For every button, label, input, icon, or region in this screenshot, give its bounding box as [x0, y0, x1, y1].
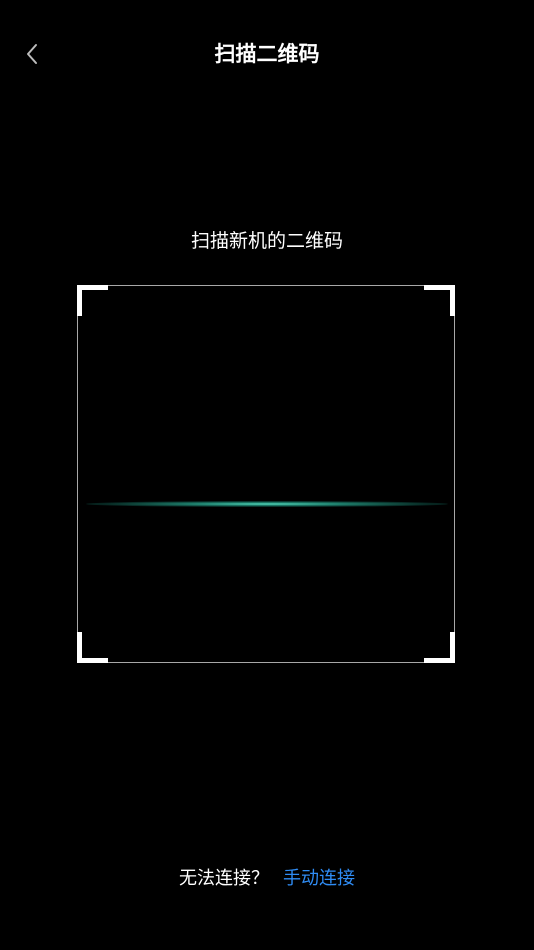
page-title: 扫描二维码 [214, 42, 320, 66]
manual-connect-link[interactable]: 手动连接 [283, 868, 355, 889]
footer: 无法连接？ 手动连接 [0, 864, 534, 894]
scan-corner-top-left [77, 285, 108, 316]
scan-hint-text: 扫描新机的二维码 [190, 230, 343, 252]
scan-corner-bottom-left [77, 632, 108, 663]
scan-corner-top-right [424, 285, 455, 316]
scan-corner-bottom-right [424, 632, 455, 663]
scan-line [86, 501, 448, 507]
connection-question: 无法连接？ [179, 868, 269, 889]
qr-scan-screen: 扫描二维码 扫描新机的二维码 无法连接？ 手动连接 [0, 0, 534, 950]
scan-frame [77, 285, 455, 663]
